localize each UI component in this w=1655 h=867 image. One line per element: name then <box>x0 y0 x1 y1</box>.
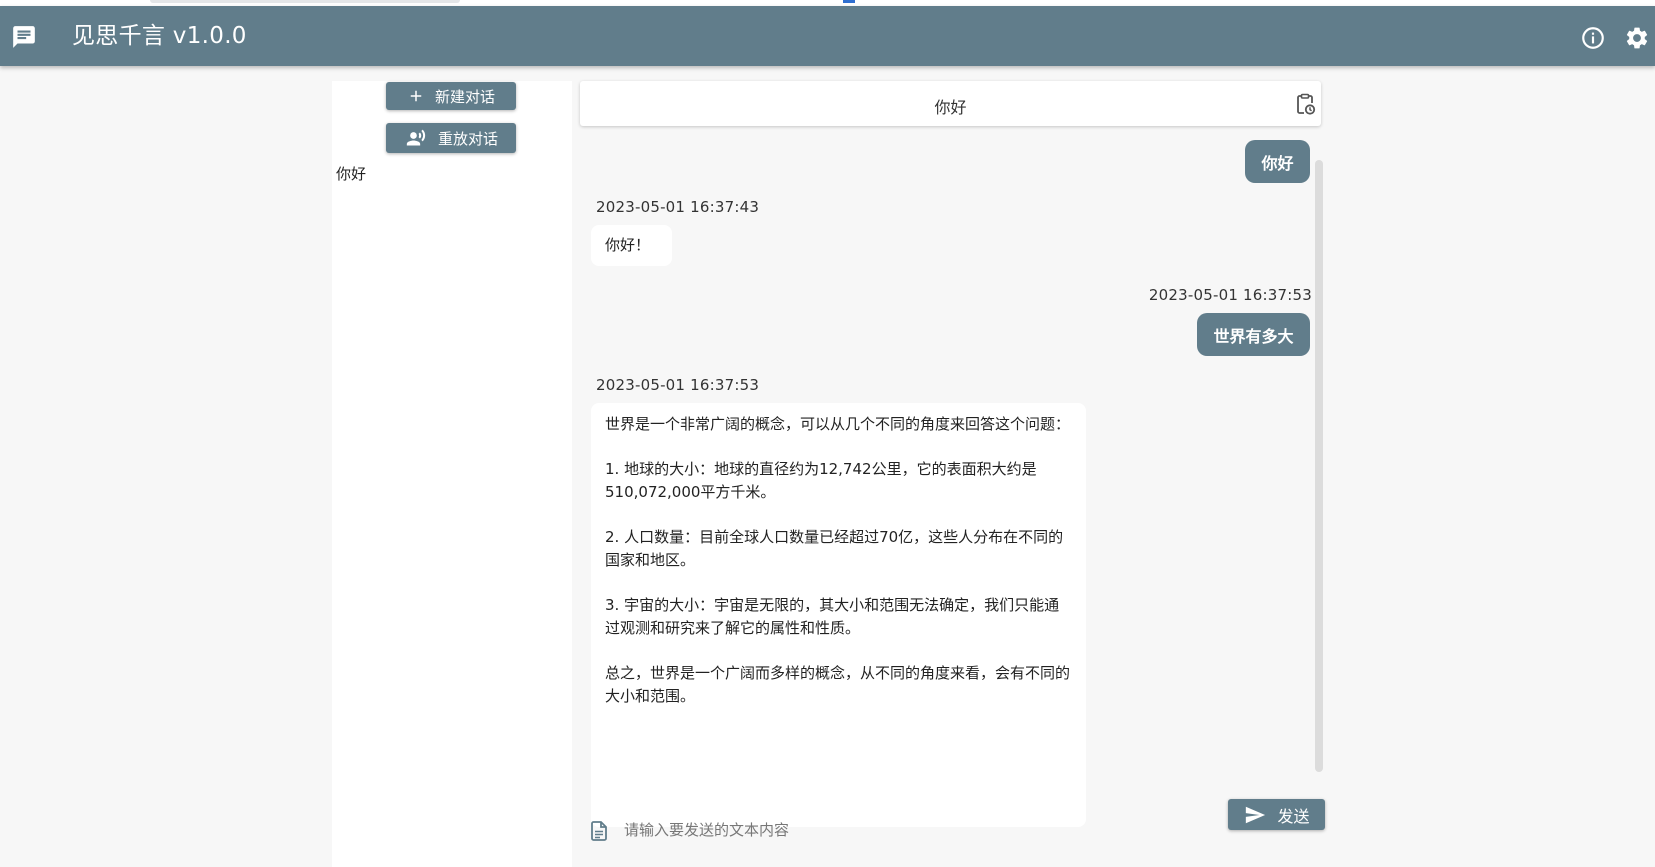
record-voice-icon <box>406 129 426 146</box>
message-paragraph: 总之，世界是一个广阔而多样的概念，从不同的角度来看，会有不同的大小和范围。 <box>605 664 1071 705</box>
chat-title-bar: 你好 <box>580 81 1321 126</box>
send-icon <box>1246 806 1266 823</box>
new-chat-button[interactable]: 新建对话 <box>386 82 516 110</box>
replay-chat-label: 重放对话 <box>437 129 498 148</box>
message-timestamp: 2023-05-01 16:37:53 <box>1148 286 1312 304</box>
clipboard-history-icon[interactable] <box>1293 92 1317 116</box>
message-paragraph: 世界是一个非常广阔的概念，可以从几个不同的角度来回答这个问题： <box>605 415 1071 433</box>
assistant-message-bubble: 你好！ <box>591 225 672 266</box>
message-paragraph: 1. 地球的大小：地球的直径约为12,742公里，它的表面积大约是510,072… <box>605 460 1037 501</box>
send-button[interactable]: 发送 <box>1228 799 1325 830</box>
gear-icon[interactable] <box>1624 25 1650 51</box>
chat-title: 你好 <box>934 98 967 117</box>
chat-bubble-icon[interactable] <box>11 24 37 50</box>
user-message-bubble: 世界有多大 <box>1197 313 1310 356</box>
document-icon <box>587 819 611 843</box>
plus-icon <box>410 90 422 102</box>
info-icon[interactable] <box>1580 25 1606 51</box>
send-label: 发送 <box>1277 806 1310 826</box>
message-timestamp: 2023-05-01 16:37:43 <box>596 198 760 216</box>
user-message-bubble: 你好 <box>1245 140 1310 183</box>
conversation-item[interactable]: 你好 <box>336 163 366 184</box>
app-bar: 见思千言 v1.0.0 <box>0 6 1655 66</box>
message-input[interactable] <box>622 814 1186 846</box>
app-title: 见思千言 v1.0.0 <box>72 23 247 49</box>
new-chat-label: 新建对话 <box>434 87 495 106</box>
browser-tab-edge <box>150 0 460 3</box>
message-timestamp: 2023-05-01 16:37:53 <box>596 376 760 394</box>
message-paragraph: 2. 人口数量：目前全球人口数量已经超过70亿，这些人分布在不同的国家和地区。 <box>605 528 1064 569</box>
message-input-bar: 发送 <box>572 799 1332 867</box>
browser-indicator <box>843 0 855 3</box>
chat-panel: 你好 你好 2023-05-01 16:37:43 你好！ 2023-05-01… <box>572 66 1332 867</box>
assistant-message-bubble: 世界是一个非常广阔的概念，可以从几个不同的角度来回答这个问题： 1. 地球的大小… <box>591 403 1086 827</box>
message-paragraph: 3. 宇宙的大小：宇宙是无限的，其大小和范围无法确定，我们只能通过观测和研究来了… <box>605 596 1060 637</box>
chat-scrollbar[interactable] <box>1315 160 1323 772</box>
replay-chat-button[interactable]: 重放对话 <box>386 123 516 153</box>
conversation-sidebar: 新建对话 重放对话 你好 <box>332 81 572 867</box>
